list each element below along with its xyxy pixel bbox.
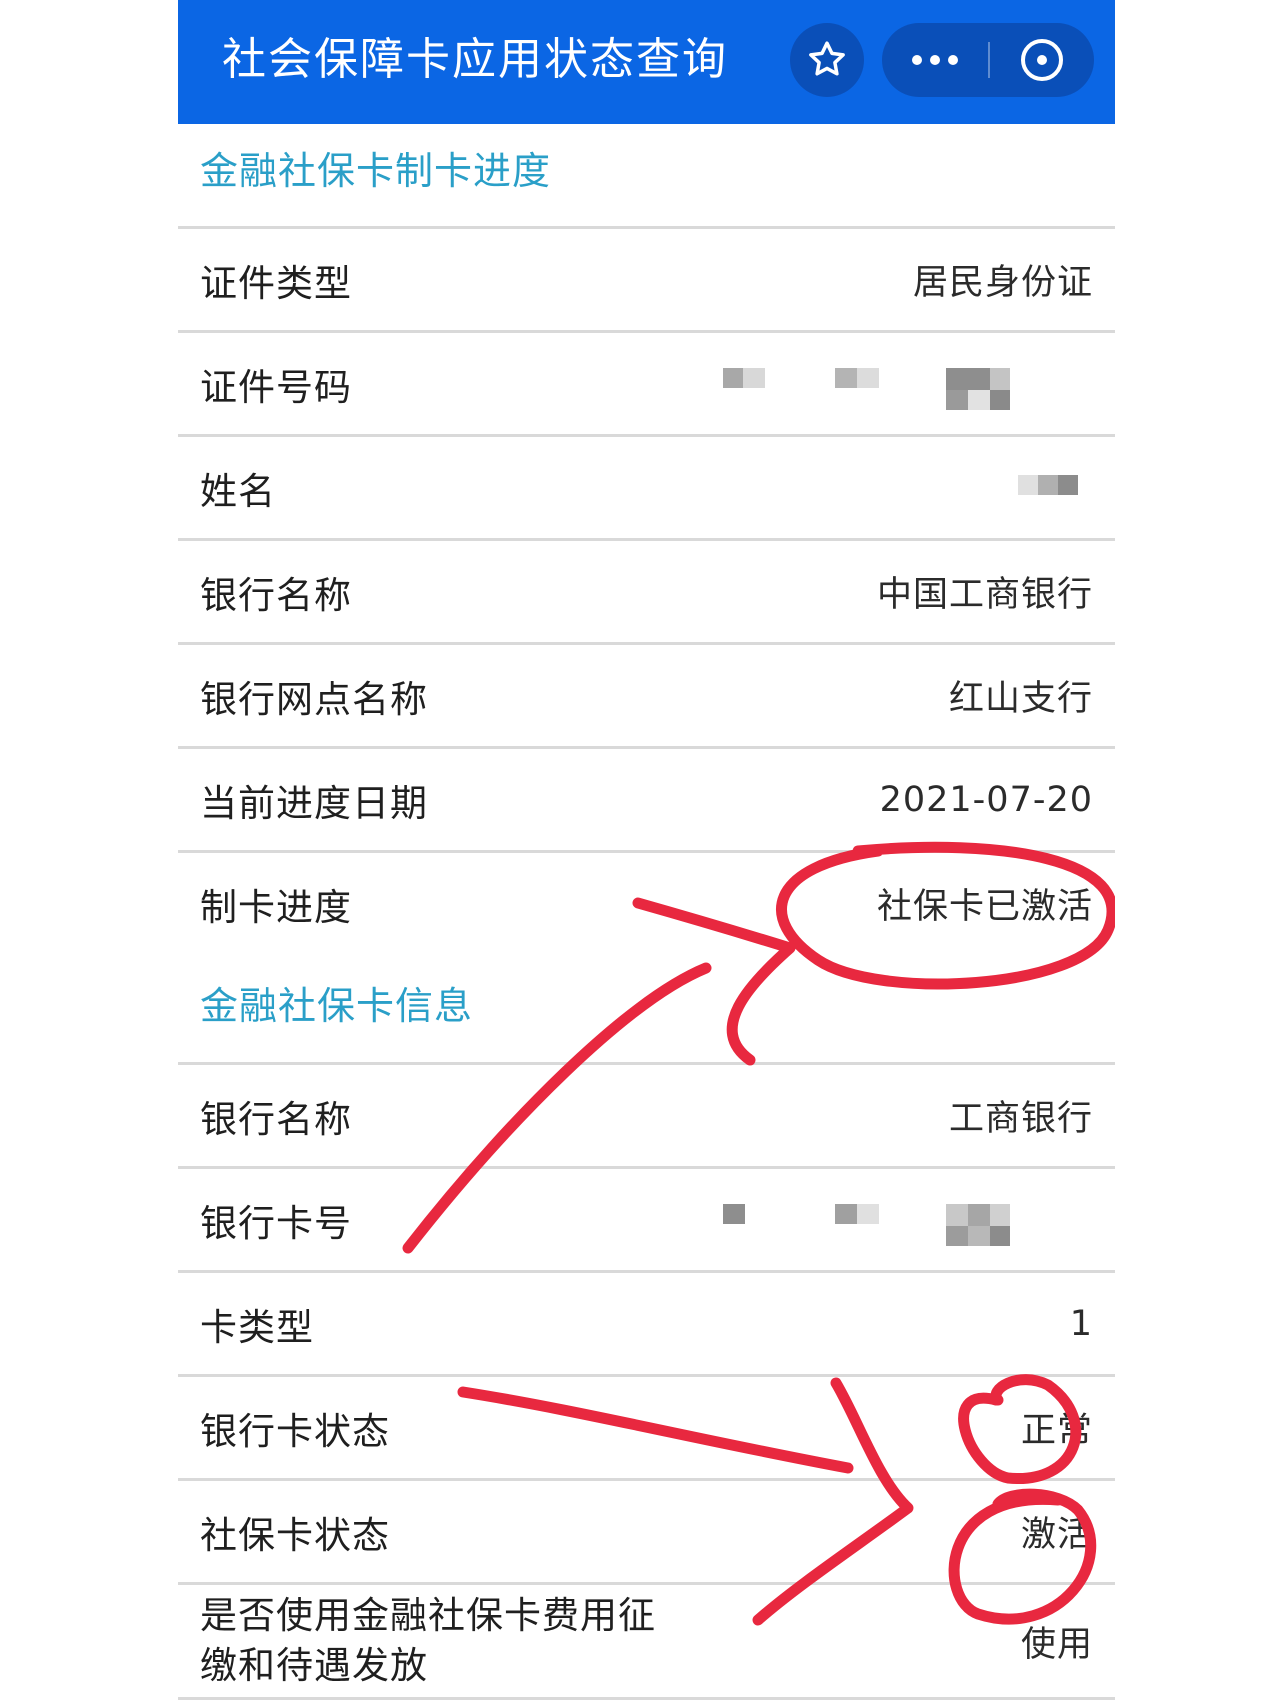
redacted-name <box>1018 475 1098 505</box>
row-name: 姓名 <box>178 434 1115 538</box>
row-value: 2021-07-20 <box>879 779 1093 820</box>
close-circle-icon <box>1021 39 1063 81</box>
row-label: 银行名称 <box>200 573 352 617</box>
row-label: 银行卡状态 <box>200 1409 390 1453</box>
row-value: 居民身份证 <box>912 263 1093 303</box>
row-value: 中国工商银行 <box>876 575 1093 615</box>
row-label-line-1: 是否使用金融社保卡费用征 <box>200 1594 656 1637</box>
progress-section-title-text: 金融社保卡制卡进度 <box>200 149 552 193</box>
redacted-id-number <box>718 363 1098 413</box>
row-value: 工商银行 <box>948 1099 1093 1139</box>
more-dots-icon <box>912 55 958 65</box>
row-label: 制卡进度 <box>200 885 352 929</box>
star-icon <box>809 41 845 76</box>
row-card-type: 卡类型 1 <box>178 1270 1115 1374</box>
redacted-card-number <box>718 1199 1098 1249</box>
row-bank-card-number: 银行卡号 <box>178 1166 1115 1270</box>
row-label-line-2: 缴和待遇发放 <box>200 1644 428 1687</box>
row-social-card-status: 社保卡状态 激活 <box>178 1478 1115 1582</box>
row-bank-card-status: 银行卡状态 正常 <box>178 1374 1115 1478</box>
favorite-button[interactable] <box>790 23 864 97</box>
row-fee-usage: 是否使用金融社保卡费用征 缴和待遇发放 使用 <box>178 1582 1115 1700</box>
row-value: 使用 <box>1020 1624 1093 1665</box>
page-title: 社会保障卡应用状态查询 <box>222 34 728 85</box>
row-label: 证件类型 <box>200 261 352 305</box>
mini-program-capsule <box>882 23 1094 97</box>
row-id-type: 证件类型 居民身份证 <box>178 226 1115 330</box>
row-label: 当前进度日期 <box>200 781 428 825</box>
row-label: 社保卡状态 <box>200 1513 390 1557</box>
row-card-progress: 制卡进度 社保卡已激活 <box>178 850 1115 954</box>
row-label: 银行卡号 <box>200 1201 352 1245</box>
row-value: 社保卡已激活 <box>876 887 1093 927</box>
row-label: 银行网点名称 <box>200 677 428 721</box>
row-id-number: 证件号码 <box>178 330 1115 434</box>
row-bank-name-2: 银行名称 工商银行 <box>178 1062 1115 1166</box>
more-button[interactable] <box>882 23 988 97</box>
row-label: 银行名称 <box>200 1097 352 1141</box>
row-value: 激活 <box>1020 1515 1093 1555</box>
row-value: 红山支行 <box>948 679 1093 719</box>
info-section-title-text: 金融社保卡信息 <box>200 984 474 1028</box>
row-bank-branch: 银行网点名称 红山支行 <box>178 642 1115 746</box>
row-label: 证件号码 <box>200 365 352 409</box>
phone-screen: 社会保障卡应用状态查询 金融社保卡制卡进度 证件类型 居民身份证 证件号码 姓名… <box>178 0 1115 1706</box>
info-section-title: 金融社保卡信息 <box>178 975 1115 1055</box>
row-label: 姓名 <box>200 469 276 513</box>
row-label: 是否使用金融社保卡费用征 缴和待遇发放 <box>200 1585 700 1697</box>
top-nav-bar: 社会保障卡应用状态查询 <box>178 0 1115 124</box>
row-bank-name: 银行名称 中国工商银行 <box>178 538 1115 642</box>
row-label: 卡类型 <box>200 1305 314 1349</box>
row-value: 1 <box>1069 1303 1093 1344</box>
close-button[interactable] <box>990 23 1094 97</box>
row-value: 正常 <box>1020 1411 1093 1451</box>
progress-section-title: 金融社保卡制卡进度 <box>178 140 1115 220</box>
row-progress-date: 当前进度日期 2021-07-20 <box>178 746 1115 850</box>
